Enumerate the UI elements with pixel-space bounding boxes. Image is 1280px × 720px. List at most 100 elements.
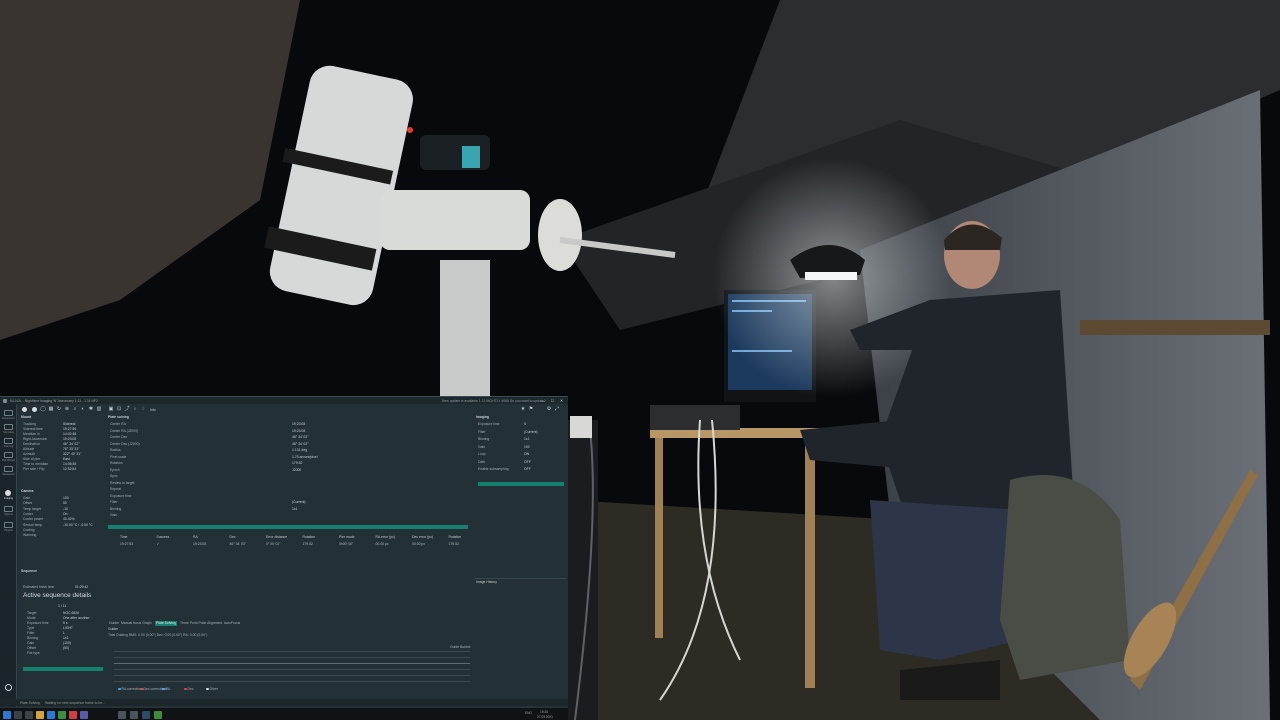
- row-label: Target: [27, 611, 37, 615]
- table-row: ✓: [157, 542, 193, 546]
- sidebar-item-imaging[interactable]: Imaging: [1, 497, 16, 500]
- sidebar-item-options[interactable]: Options: [1, 513, 16, 516]
- sidebar-item-sky-atlas[interactable]: Sky Atlas: [1, 431, 16, 434]
- clock-date[interactable]: 27.09.2021: [537, 715, 553, 719]
- sidebar-item-framing[interactable]: Framing: [1, 445, 16, 448]
- row-label: Reslew to target: [110, 480, 135, 485]
- tab-polar-alignment[interactable]: Three Point Polar Alignment: [179, 621, 223, 626]
- row-value: On: [63, 511, 68, 516]
- guider-icon[interactable]: ◯: [40, 406, 46, 412]
- nina-taskbar-icon[interactable]: [118, 711, 126, 719]
- info-row: Tracking Sidereal: [23, 422, 103, 426]
- row-label: Tracking: [23, 422, 36, 426]
- tab-manual-focus[interactable]: Manual focus Graph: [120, 621, 153, 626]
- app-icon-red[interactable]: [69, 711, 77, 719]
- edge-icon[interactable]: [47, 711, 55, 719]
- sidebar-item-plugins[interactable]: Plugins: [1, 529, 16, 532]
- table-row: 0h00' 00": [339, 542, 375, 546]
- search-icon[interactable]: [14, 711, 22, 719]
- row-label: Center RA: [110, 422, 126, 426]
- legend-swatch: [140, 687, 143, 691]
- info-row: Gain (100): [27, 641, 102, 645]
- table-cell: 19:23:08: [193, 542, 207, 546]
- sidebar-item-flat-wizard[interactable]: Flat Wizard: [1, 459, 16, 462]
- star-fav-icon[interactable]: ★: [520, 406, 526, 412]
- row-value: NGC 6826: [63, 611, 80, 615]
- info-row: Warming: [23, 533, 103, 537]
- row-value: (Current): [292, 500, 306, 504]
- maximize-button[interactable]: ☐: [549, 398, 556, 403]
- tab-autofocus[interactable]: AutoFocus: [223, 621, 241, 626]
- sidebar-item-sequencer[interactable]: Sequencer: [1, 473, 16, 476]
- zoom-icon[interactable]: ⌕: [72, 406, 78, 412]
- framing-icon[interactable]: [4, 438, 13, 444]
- puzzle-icon[interactable]: [4, 522, 13, 528]
- taskview-icon[interactable]: [25, 711, 33, 719]
- legend-item[interactable]: Dec: [184, 687, 206, 691]
- table-row: 179.52: [449, 542, 485, 546]
- close-button[interactable]: ✕: [558, 398, 565, 403]
- gear-icon[interactable]: [4, 506, 13, 512]
- legend-swatch: [184, 687, 187, 691]
- measure-icon[interactable]: ⊡: [116, 406, 122, 412]
- sidebar-item-equipment[interactable]: Equipment: [1, 417, 16, 420]
- chrome-icon[interactable]: [58, 711, 66, 719]
- tab-plate-solving[interactable]: Plate Solving: [155, 621, 177, 626]
- explorer-icon[interactable]: [36, 711, 44, 719]
- legend-item[interactable]: RA corrections: [118, 687, 144, 691]
- column-header: RA: [193, 535, 198, 539]
- legend-item[interactable]: RA: [162, 687, 184, 691]
- atlas-icon[interactable]: [4, 424, 13, 430]
- sidebar: Equipment Sky Atlas Framing Flat Wizard …: [0, 404, 17, 707]
- grid-icon[interactable]: ▦: [48, 406, 54, 412]
- info-row: Mode One after another: [27, 616, 102, 620]
- info-row: Target NGC 6826: [27, 611, 102, 615]
- info-row: Cooling: [23, 528, 103, 532]
- sequencer-icon[interactable]: [4, 466, 13, 472]
- start-capture-button[interactable]: [478, 482, 564, 486]
- minimize-button[interactable]: —: [540, 398, 547, 403]
- bulb-icon[interactable]: ♁: [132, 406, 138, 412]
- info-row: Radius 1.131 deg: [110, 448, 470, 452]
- expand-icon[interactable]: ⤢: [554, 406, 560, 412]
- power-icon[interactable]: [5, 684, 12, 691]
- app-icon-purple[interactable]: [80, 711, 88, 719]
- info-row: Center Dec 46° 34' 02": [110, 435, 470, 439]
- loop-icon[interactable]: [32, 406, 37, 412]
- tab-guider[interactable]: Guider: [108, 621, 120, 626]
- hist-icon[interactable]: ▥: [96, 406, 102, 412]
- table-header: Error distance: [266, 535, 302, 539]
- shield-icon[interactable]: ♢: [140, 406, 146, 412]
- telescope-icon[interactable]: [4, 410, 13, 416]
- clock-time[interactable]: 19:28: [540, 710, 548, 714]
- row-value: 100: [524, 444, 530, 449]
- imaging-icon[interactable]: [5, 490, 11, 496]
- astap-taskbar-icon[interactable]: [142, 711, 150, 719]
- crosshair-icon[interactable]: ⊕: [64, 406, 70, 412]
- solve-button[interactable]: [108, 525, 468, 529]
- save-icon[interactable]: ▣: [108, 406, 114, 412]
- rotate-icon[interactable]: ↻: [56, 406, 62, 412]
- legend-item[interactable]: Dec corrections: [140, 687, 167, 691]
- row-label: Gain: [27, 641, 35, 645]
- star-icon[interactable]: ✱: [88, 406, 94, 412]
- other-taskbar-icon[interactable]: [154, 711, 162, 719]
- stretch-icon[interactable]: ◐: [80, 406, 86, 412]
- language-indicator[interactable]: ENG: [525, 711, 532, 715]
- status-bar: Plate Solving Waiting for next sequence …: [0, 699, 568, 706]
- flat-wizard-icon[interactable]: [4, 452, 13, 458]
- legend-item[interactable]: Other: [206, 687, 228, 691]
- phd-taskbar-icon[interactable]: [130, 711, 138, 719]
- legend-label: Other: [209, 687, 218, 691]
- info-label[interactable]: Info: [150, 408, 156, 412]
- legend-swatch: [118, 687, 121, 691]
- record-icon[interactable]: [22, 406, 27, 412]
- chart-icon[interactable]: ⤴: [124, 406, 130, 412]
- settings-icon[interactable]: ⚙: [546, 406, 552, 412]
- pin-icon[interactable]: ⚑: [528, 406, 534, 412]
- info-row: Reslew to target: [110, 481, 470, 485]
- update-notice[interactable]: New update is available 1.11 NIGHTLY #06…: [442, 399, 546, 403]
- column-header: Rotation: [302, 535, 316, 539]
- row-label: Temp target: [23, 506, 41, 511]
- start-icon[interactable]: [3, 711, 11, 719]
